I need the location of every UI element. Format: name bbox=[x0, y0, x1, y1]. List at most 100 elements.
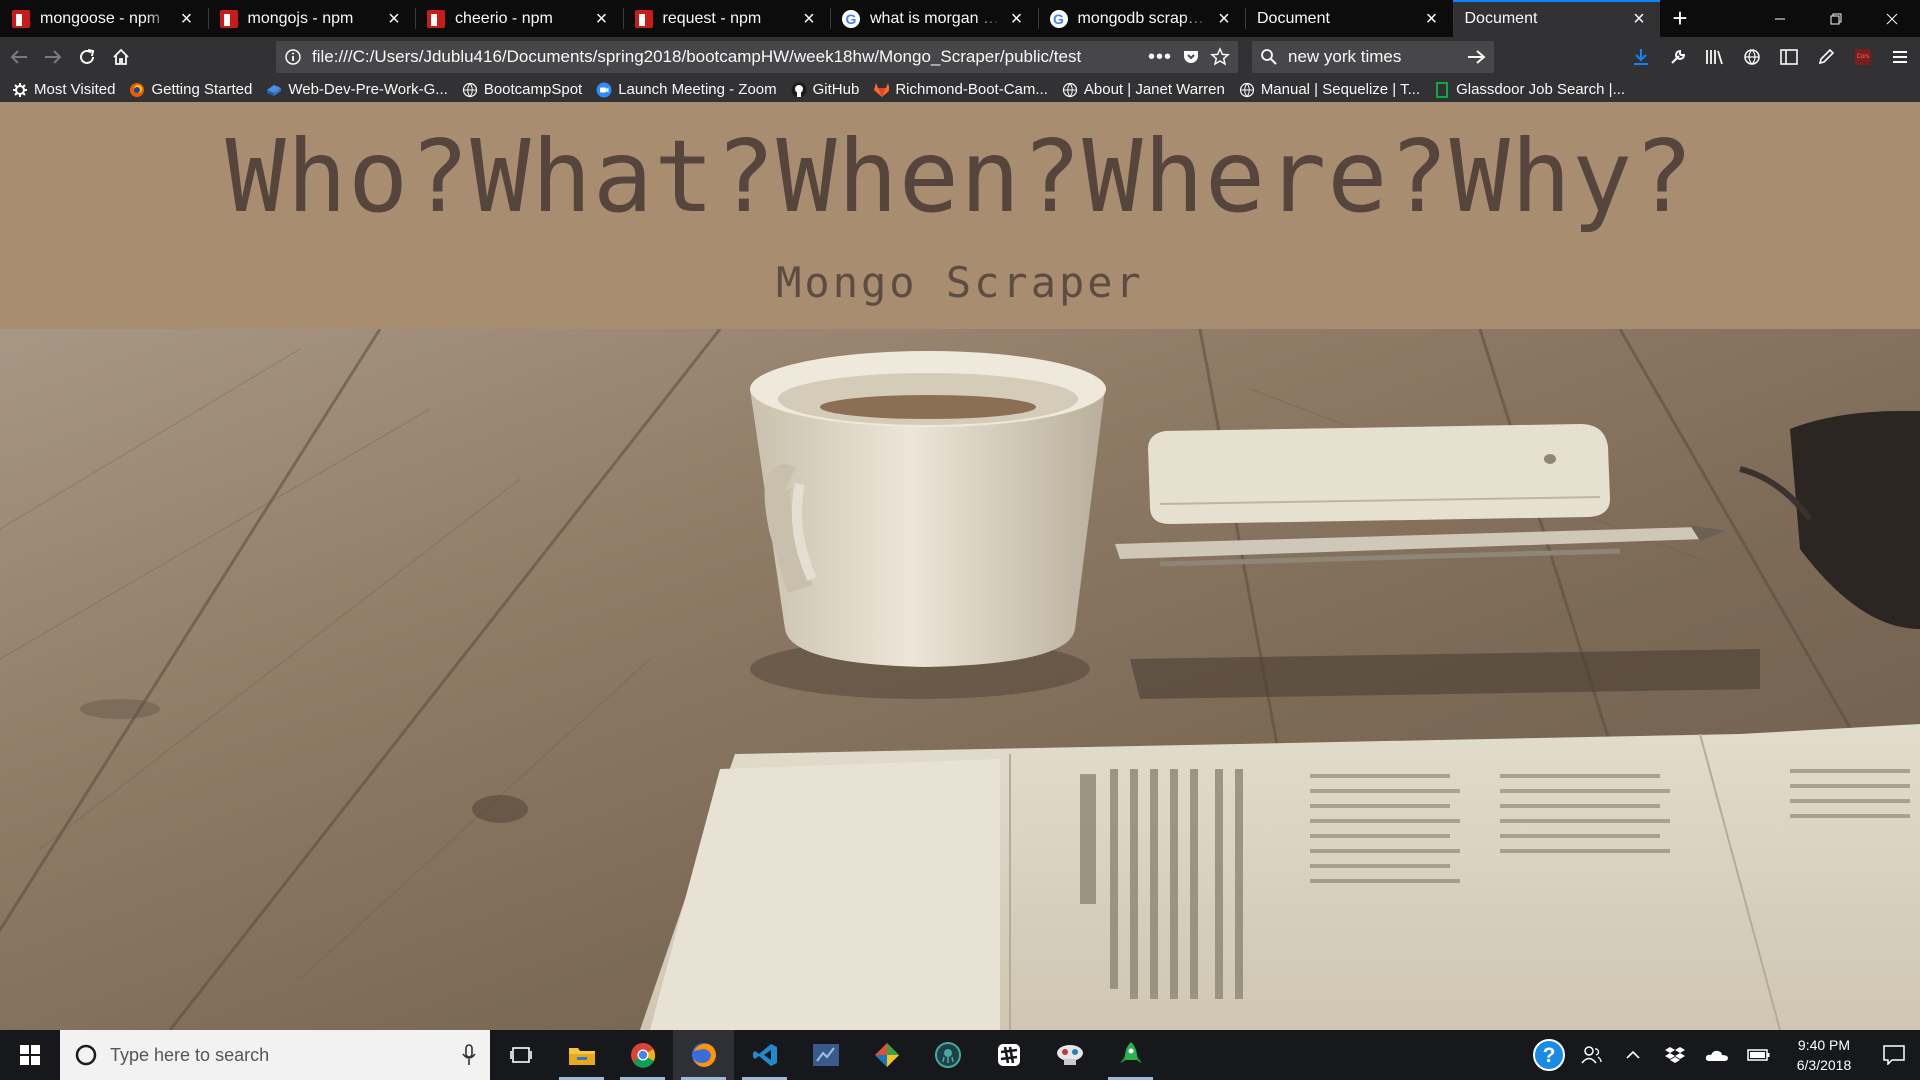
bookmark-getting-started[interactable]: Getting Started bbox=[129, 81, 252, 98]
system-tray: ? 9:40 PM 6/3/2018 bbox=[1528, 1030, 1920, 1080]
go-arrow-icon[interactable] bbox=[1466, 49, 1486, 65]
tab-title: mongodb scraper - bbox=[1077, 9, 1210, 27]
bookmark-github[interactable]: GitHub bbox=[791, 81, 860, 98]
close-icon[interactable]: × bbox=[1423, 9, 1441, 29]
firefox-icon bbox=[129, 82, 145, 98]
tab-strip: mongoose - npm × mongojs - npm × cheerio… bbox=[0, 0, 1920, 37]
close-icon[interactable]: × bbox=[1630, 9, 1648, 29]
wrench-icon[interactable] bbox=[1661, 41, 1694, 73]
start-button[interactable] bbox=[0, 1030, 60, 1080]
pencil-icon[interactable] bbox=[1809, 41, 1842, 73]
bookmark-label: Launch Meeting - Zoom bbox=[618, 81, 777, 98]
reload-button[interactable] bbox=[70, 41, 104, 73]
page-actions-icon[interactable]: ••• bbox=[1148, 46, 1172, 69]
svg-text:Cors: Cors bbox=[1856, 54, 1869, 60]
file-explorer-app[interactable] bbox=[551, 1030, 612, 1080]
bookmark-most-visited[interactable]: Most Visited bbox=[12, 81, 115, 98]
star-icon[interactable] bbox=[1210, 47, 1230, 67]
tab-mongojs[interactable]: mongojs - npm × bbox=[207, 0, 416, 37]
people-icon[interactable] bbox=[1570, 1030, 1612, 1080]
action-center-button[interactable] bbox=[1868, 1030, 1920, 1080]
bookmark-label: GitHub bbox=[812, 81, 860, 98]
slack-icon bbox=[997, 1044, 1020, 1066]
bookmark-glassdoor[interactable]: Glassdoor Job Search |... bbox=[1434, 81, 1625, 98]
cortana-icon bbox=[75, 1044, 97, 1066]
close-window-icon[interactable] bbox=[1864, 0, 1920, 37]
back-button[interactable] bbox=[2, 41, 36, 73]
toolbar-right: Cors bbox=[1624, 37, 1920, 77]
pocket-icon[interactable] bbox=[1182, 48, 1200, 66]
bookmark-label: Web-Dev-Pre-Work-G... bbox=[288, 81, 448, 98]
tab-document[interactable]: Document × bbox=[1245, 0, 1453, 37]
close-icon[interactable]: × bbox=[178, 9, 196, 29]
vscode-icon bbox=[752, 1044, 777, 1066]
close-icon[interactable]: × bbox=[385, 9, 403, 29]
bookmark-sequelize-manual[interactable]: Manual | Sequelize | T... bbox=[1239, 81, 1420, 98]
system-clock[interactable]: 9:40 PM 6/3/2018 bbox=[1780, 1035, 1868, 1075]
search-bar[interactable]: new york times bbox=[1252, 41, 1494, 73]
npm-icon bbox=[634, 9, 653, 28]
folder-icon bbox=[568, 1048, 595, 1065]
bookmark-bootcampspot[interactable]: BootcampSpot bbox=[462, 81, 582, 98]
info-icon[interactable] bbox=[284, 48, 302, 66]
microphone-icon[interactable] bbox=[462, 1044, 476, 1066]
search-input[interactable]: new york times bbox=[1288, 47, 1466, 67]
new-tab-button[interactable]: + bbox=[1660, 0, 1700, 37]
zoom-icon bbox=[596, 82, 612, 98]
bookmark-zoom[interactable]: Launch Meeting - Zoom bbox=[596, 81, 777, 98]
url-bar[interactable]: file:///C:/Users/Jdublu416/Documents/spr… bbox=[276, 41, 1238, 73]
forward-button[interactable] bbox=[36, 41, 70, 73]
slack-app[interactable] bbox=[978, 1030, 1039, 1080]
bookmark-richmond-boot-camp[interactable]: Richmond-Boot-Cam... bbox=[873, 81, 1048, 98]
close-icon[interactable]: × bbox=[1215, 9, 1233, 29]
tab-mongodb-scraper-search[interactable]: G mongodb scraper - × bbox=[1037, 0, 1246, 37]
tab-morgan-search[interactable]: G what is morgan whe × bbox=[830, 0, 1038, 37]
minimize-icon[interactable] bbox=[1752, 0, 1808, 37]
tab-mongoose[interactable]: mongoose - npm × bbox=[0, 0, 208, 37]
gitlab-icon bbox=[873, 82, 890, 98]
svg-text:?: ? bbox=[1543, 1044, 1556, 1067]
home-button[interactable] bbox=[104, 41, 138, 73]
close-icon[interactable]: × bbox=[1008, 9, 1026, 29]
onedrive-icon[interactable] bbox=[1696, 1030, 1738, 1080]
sidebar-icon[interactable] bbox=[1772, 41, 1805, 73]
bookmark-label: Manual | Sequelize | T... bbox=[1260, 81, 1421, 98]
cors-extension-icon[interactable]: Cors bbox=[1846, 41, 1879, 73]
tab-document-active[interactable]: Document × bbox=[1452, 0, 1660, 37]
clock-time: 9:40 PM bbox=[1797, 1037, 1851, 1053]
battery-icon[interactable] bbox=[1738, 1030, 1780, 1080]
chevron-up-icon[interactable] bbox=[1612, 1030, 1654, 1080]
bookmark-web-dev-pre-work[interactable]: Web-Dev-Pre-Work-G... bbox=[266, 81, 448, 98]
dropbox-icon[interactable] bbox=[1654, 1030, 1696, 1080]
google-icon: G bbox=[1049, 9, 1068, 28]
tab-request[interactable]: request - npm × bbox=[622, 0, 831, 37]
npm-icon bbox=[427, 9, 445, 28]
help-icon[interactable]: ? bbox=[1528, 1030, 1570, 1080]
firefox-app[interactable] bbox=[673, 1030, 734, 1080]
bookmark-label: Richmond-Boot-Cam... bbox=[895, 81, 1048, 98]
tab-cheerio[interactable]: cheerio - npm × bbox=[415, 0, 623, 37]
task-view-button[interactable] bbox=[490, 1030, 551, 1080]
url-text[interactable]: file:///C:/Users/Jdublu416/Documents/spr… bbox=[312, 47, 1148, 67]
close-icon[interactable]: × bbox=[593, 9, 611, 29]
atom-green-app[interactable] bbox=[1100, 1030, 1161, 1080]
library-icon[interactable] bbox=[1698, 41, 1731, 73]
globe-extension-icon[interactable] bbox=[1735, 41, 1768, 73]
sourcetree-app[interactable] bbox=[856, 1030, 917, 1080]
taskbar-search-box[interactable]: Type here to search bbox=[60, 1030, 490, 1080]
bookmark-janet-warren[interactable]: About | Janet Warren bbox=[1062, 81, 1225, 98]
home-icon bbox=[113, 48, 129, 65]
hero-background-image bbox=[0, 329, 1920, 1030]
restore-icon[interactable] bbox=[1808, 0, 1864, 37]
globe-icon bbox=[1062, 82, 1078, 98]
robo3t-app[interactable] bbox=[1039, 1030, 1100, 1080]
windows-taskbar: Type here to search ? 9:40 PM 6/3/2018 bbox=[0, 1030, 1920, 1080]
vscode-app[interactable] bbox=[734, 1030, 795, 1080]
menu-icon[interactable] bbox=[1883, 41, 1916, 73]
download-icon[interactable] bbox=[1624, 41, 1657, 73]
close-icon[interactable]: × bbox=[800, 9, 818, 29]
gitkraken-app[interactable] bbox=[917, 1030, 978, 1080]
app-blue-window[interactable] bbox=[795, 1030, 856, 1080]
chrome-app[interactable] bbox=[612, 1030, 673, 1080]
clock-date: 6/3/2018 bbox=[1796, 1057, 1852, 1073]
